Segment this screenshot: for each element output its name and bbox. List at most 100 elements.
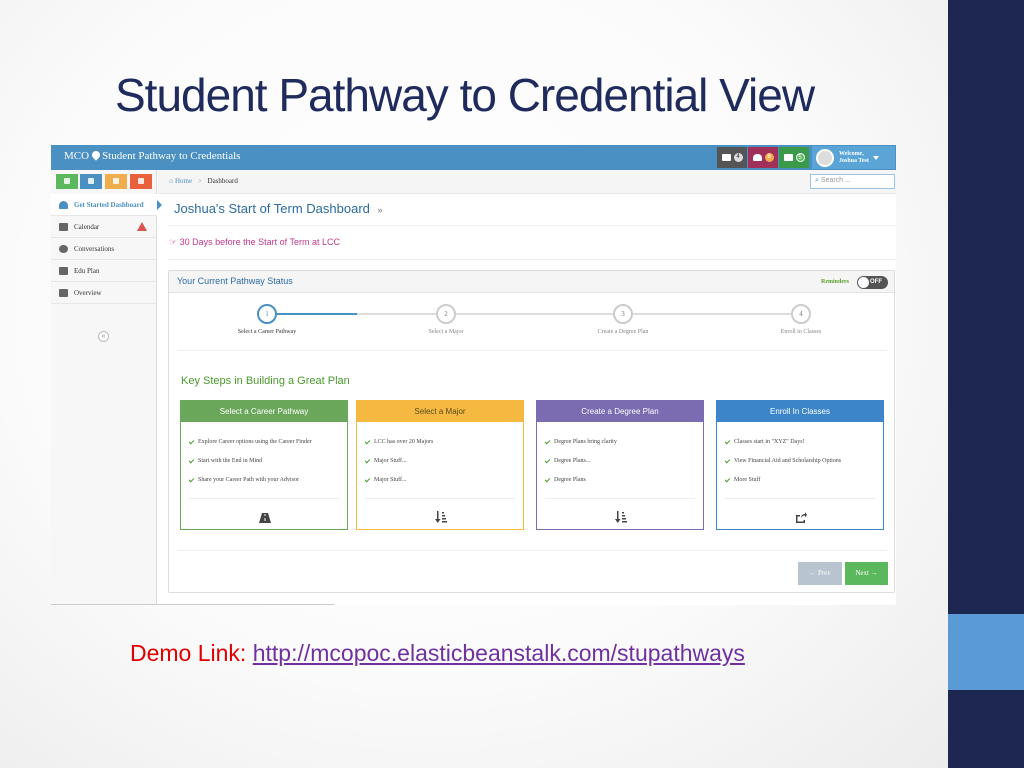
divider <box>168 225 896 226</box>
active-indicator <box>157 200 162 210</box>
sort-icon[interactable] <box>613 509 629 523</box>
slide-side-accent <box>948 614 1024 690</box>
card-item-text: View Financial Aid and Scholarship Optio… <box>734 458 842 464</box>
check-icon <box>544 438 551 444</box>
card-item: Explore Career options using the Career … <box>188 438 312 445</box>
divider <box>51 604 334 605</box>
divider <box>189 498 339 499</box>
card-item-text: Major Stuff... <box>374 458 407 464</box>
card-header[interactable]: Enroll In Classes <box>717 401 883 422</box>
card-header[interactable]: Select a Career Pathway <box>181 401 347 422</box>
sidebar-collapse-button[interactable]: « <box>98 331 109 342</box>
search-input[interactable]: ⌕ Search ... <box>810 174 895 189</box>
road-icon[interactable] <box>80 174 102 189</box>
card-item-text: Start with the End in Mind <box>198 458 263 464</box>
card-item: Share your Career Path with your Advisor <box>188 476 299 483</box>
messages-menu[interactable]: 5 <box>779 147 809 168</box>
card-career-pathway: Select a Career Pathway Explore Career o… <box>180 400 348 530</box>
step-4-circle[interactable]: 4 <box>791 304 811 324</box>
image-icon <box>59 288 68 297</box>
comment-icon <box>59 244 68 253</box>
user-menu[interactable]: Welcome, Joshua Test <box>812 146 895 169</box>
step-2-label: Select a Major <box>428 329 464 335</box>
card-header[interactable]: Create a Degree Plan <box>537 401 703 422</box>
breadcrumb-home[interactable]: ⌂ Home <box>169 177 192 185</box>
alerts-menu[interactable]: 8 <box>748 147 778 168</box>
left-sidebar: Get Started Dashboard Calendar Conversat… <box>51 170 162 605</box>
card-header[interactable]: Select a Major <box>357 401 523 422</box>
tasks-menu[interactable]: 4 <box>717 147 747 168</box>
image-icon <box>59 266 68 275</box>
sidebar-item-get-started-dashboard[interactable]: Get Started Dashboard <box>51 194 162 216</box>
next-button[interactable]: Next → <box>845 562 888 585</box>
card-item: Degree Plans <box>544 476 586 483</box>
road-icon[interactable] <box>257 509 273 523</box>
calendar-icon[interactable] <box>105 174 127 189</box>
sidebar-item-label: Get Started Dashboard <box>74 200 144 209</box>
breadcrumb-current: Dashboard <box>207 177 238 185</box>
step-1-label: Select a Career Pathway <box>237 329 297 335</box>
sidebar-item-overview[interactable]: Overview <box>51 282 157 304</box>
card-item-text: Degree Plans... <box>554 458 591 464</box>
card-item: Degree Plans bring clarity <box>544 438 617 445</box>
demo-link[interactable]: http://mcopoc.elasticbeanstalk.com/stupa… <box>253 640 745 666</box>
sidebar-item-label: Overview <box>74 288 102 297</box>
key-steps-title: Key Steps in Building a Great Plan <box>181 375 350 387</box>
messages-badge: 5 <box>795 153 805 162</box>
breadcrumb-bar: ⌂ Home > Dashboard ⌕ Search ... <box>158 170 896 194</box>
app-topbar: MCO Student Pathway to Credentials 4 8 5 … <box>51 145 896 170</box>
pathway-status-panel: Your Current Pathway Status Reminders OF… <box>168 270 895 593</box>
sidebar-item-label: Calendar <box>74 222 100 231</box>
alerts-badge: 8 <box>764 153 774 162</box>
card-item-text: LCC has over 20 Majors <box>374 439 434 445</box>
card-item-text: Classes start in "XYZ" Days! <box>734 439 805 445</box>
step-3-circle[interactable]: 3 <box>613 304 633 324</box>
app-screenshot: MCO Student Pathway to Credentials 4 8 5 … <box>51 145 896 605</box>
reminders-label: Reminders <box>821 279 849 285</box>
card-item: View Financial Aid and Scholarship Optio… <box>724 457 842 464</box>
card-item: Start with the End in Mind <box>188 457 263 464</box>
envelope-icon <box>783 154 793 161</box>
welcome-text: Welcome, Joshua Test <box>839 151 869 165</box>
caret-down-icon <box>872 155 879 160</box>
step-4-label: Enroll in Classes <box>780 329 822 335</box>
brand-title: Student Pathway to Credentials <box>102 150 241 162</box>
reminders-toggle[interactable]: OFF <box>857 276 888 289</box>
step-number: 4 <box>799 310 803 318</box>
prev-button[interactable]: ← Prev <box>798 562 842 585</box>
demo-label: Demo Link: <box>130 640 247 666</box>
panel-title: Your Current Pathway Status <box>177 276 293 286</box>
toggle-state: OFF <box>870 279 882 285</box>
brand-name: MCO <box>64 150 90 162</box>
step-1-circle[interactable]: 1 <box>257 304 277 324</box>
check-icon <box>724 438 731 444</box>
search-icon: ⌕ <box>815 177 819 184</box>
app-brand[interactable]: MCO Student Pathway to Credentials <box>64 149 241 162</box>
calendar-icon <box>59 222 68 231</box>
dashboard-icon <box>59 200 68 209</box>
breadcrumb-separator: > <box>197 177 202 185</box>
check-icon <box>544 457 551 463</box>
card-item: Major Stuff... <box>364 476 407 483</box>
card-major: Select a Major LCC has over 20 Majors Ma… <box>356 400 524 530</box>
step-2-circle[interactable]: 2 <box>436 304 456 324</box>
home-icon[interactable] <box>56 174 78 189</box>
sidebar-item-edu-plan[interactable]: Edu Plan <box>51 260 157 282</box>
sidebar-item-calendar[interactable]: Calendar <box>51 216 157 238</box>
check-icon <box>188 476 195 482</box>
warning-icon <box>137 222 147 231</box>
share-icon[interactable] <box>793 509 809 523</box>
check-icon <box>188 438 195 444</box>
list-icon <box>721 154 731 161</box>
sidebar-item-conversations[interactable]: Conversations <box>51 238 157 260</box>
card-item: Major Stuff... <box>364 457 407 464</box>
divider <box>177 550 887 551</box>
sort-icon[interactable] <box>433 509 449 523</box>
group-icon[interactable] <box>130 174 152 189</box>
check-icon <box>364 438 371 444</box>
page-title-text: Joshua's Start of Term Dashboard <box>174 201 370 216</box>
step-number: 2 <box>444 310 448 318</box>
title-suffix: » <box>377 205 383 215</box>
card-item: Degree Plans... <box>544 457 591 464</box>
sidebar-item-label: Edu Plan <box>74 266 100 275</box>
